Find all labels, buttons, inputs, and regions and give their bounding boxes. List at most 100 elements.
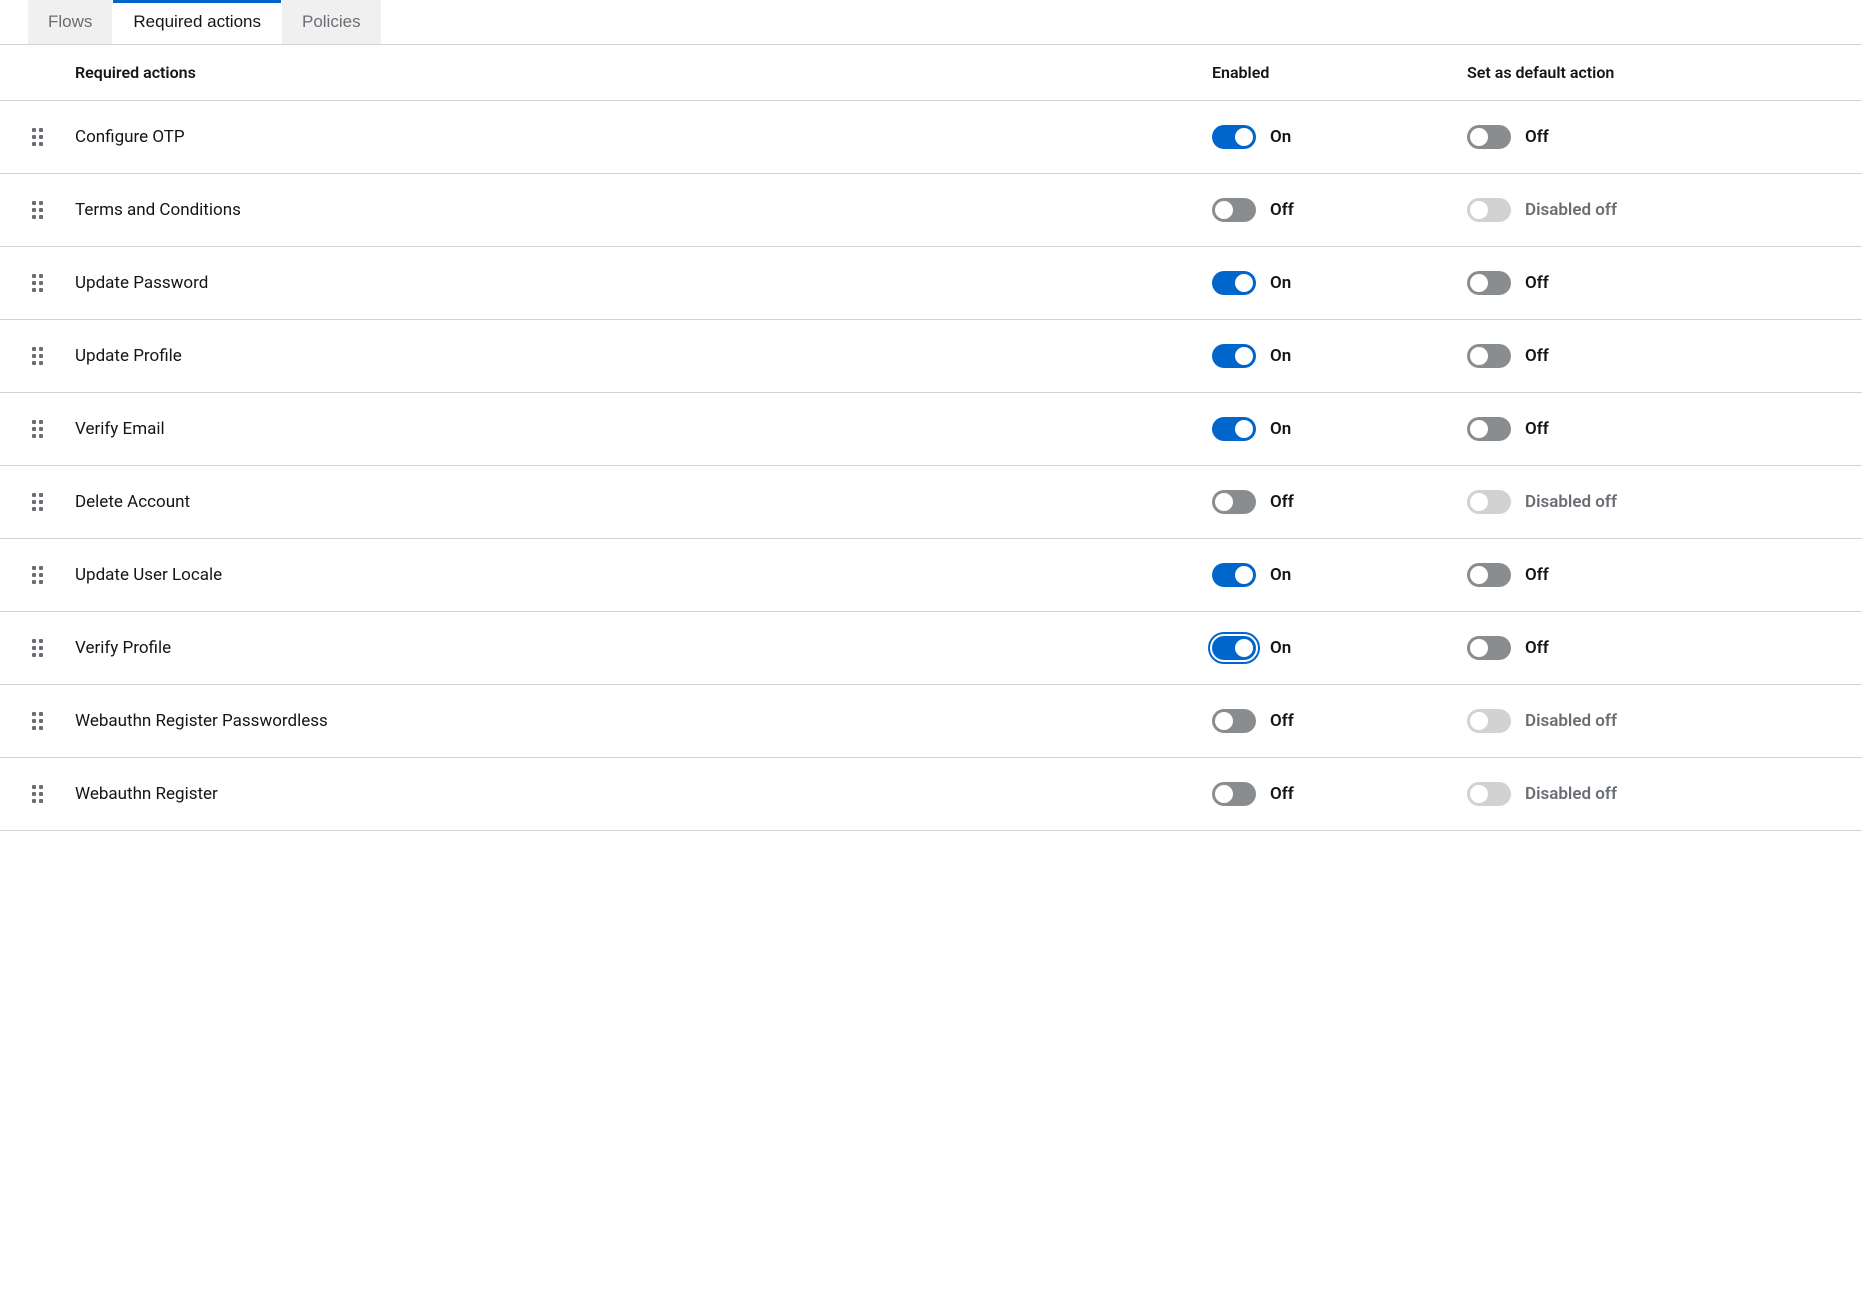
enabled-toggle-label: On xyxy=(1270,346,1291,366)
enabled-cell: Off xyxy=(1212,782,1467,806)
table-row: Verify Email On Off xyxy=(0,393,1862,466)
enabled-toggle[interactable] xyxy=(1212,490,1256,514)
drag-handle-icon[interactable] xyxy=(0,274,75,292)
action-name: Verify Profile xyxy=(75,638,1212,658)
default-toggle-label: Off xyxy=(1525,127,1549,147)
enabled-toggle-label: On xyxy=(1270,127,1291,147)
enabled-toggle-label: On xyxy=(1270,273,1291,293)
table-row: Terms and Conditions Off Disabled off xyxy=(0,174,1862,247)
default-toggle xyxy=(1467,490,1511,514)
enabled-toggle[interactable] xyxy=(1212,636,1256,660)
default-toggle[interactable] xyxy=(1467,636,1511,660)
table-row: Update Profile On Off xyxy=(0,320,1862,393)
default-cell: Disabled off xyxy=(1467,490,1862,514)
action-name: Update User Locale xyxy=(75,565,1212,585)
default-cell: Disabled off xyxy=(1467,782,1862,806)
action-name: Delete Account xyxy=(75,492,1212,512)
default-toggle-label: Disabled off xyxy=(1525,784,1617,804)
drag-handle-icon[interactable] xyxy=(0,639,75,657)
default-cell: Disabled off xyxy=(1467,198,1862,222)
default-toggle-label: Disabled off xyxy=(1525,200,1617,220)
enabled-toggle[interactable] xyxy=(1212,198,1256,222)
action-name: Webauthn Register xyxy=(75,784,1212,804)
enabled-cell: Off xyxy=(1212,198,1467,222)
drag-handle-icon[interactable] xyxy=(0,347,75,365)
enabled-toggle[interactable] xyxy=(1212,271,1256,295)
enabled-toggle-label: On xyxy=(1270,419,1291,439)
default-toggle-label: Off xyxy=(1525,638,1549,658)
enabled-toggle[interactable] xyxy=(1212,563,1256,587)
default-toggle[interactable] xyxy=(1467,271,1511,295)
enabled-cell: Off xyxy=(1212,709,1467,733)
default-toggle[interactable] xyxy=(1467,417,1511,441)
action-name: Verify Email xyxy=(75,419,1212,439)
header-default: Set as default action xyxy=(1467,63,1862,82)
enabled-toggle-label: Off xyxy=(1270,200,1294,220)
tabs-bar: FlowsRequired actionsPolicies xyxy=(0,0,1862,45)
enabled-cell: On xyxy=(1212,344,1467,368)
action-name: Update Profile xyxy=(75,346,1212,366)
tab-flows[interactable]: Flows xyxy=(28,0,112,44)
enabled-toggle-label: Off xyxy=(1270,492,1294,512)
enabled-toggle-label: On xyxy=(1270,638,1291,658)
enabled-toggle[interactable] xyxy=(1212,709,1256,733)
default-cell: Off xyxy=(1467,417,1862,441)
drag-handle-icon[interactable] xyxy=(0,420,75,438)
table-row: Webauthn Register Off Disabled off xyxy=(0,758,1862,831)
enabled-toggle[interactable] xyxy=(1212,782,1256,806)
required-actions-table: Required actions Enabled Set as default … xyxy=(0,45,1862,831)
drag-handle-icon[interactable] xyxy=(0,566,75,584)
drag-handle-icon[interactable] xyxy=(0,785,75,803)
action-name: Update Password xyxy=(75,273,1212,293)
drag-handle-icon[interactable] xyxy=(0,128,75,146)
default-toggle-label: Off xyxy=(1525,419,1549,439)
default-toggle xyxy=(1467,709,1511,733)
table-row: Configure OTP On Off xyxy=(0,101,1862,174)
header-drag-spacer xyxy=(0,63,75,82)
default-cell: Off xyxy=(1467,563,1862,587)
default-toggle-label: Disabled off xyxy=(1525,492,1617,512)
drag-handle-icon[interactable] xyxy=(0,712,75,730)
enabled-toggle[interactable] xyxy=(1212,125,1256,149)
enabled-toggle[interactable] xyxy=(1212,344,1256,368)
default-toggle-label: Off xyxy=(1525,273,1549,293)
default-toggle xyxy=(1467,782,1511,806)
default-cell: Off xyxy=(1467,271,1862,295)
drag-handle-icon[interactable] xyxy=(0,201,75,219)
tab-policies[interactable]: Policies xyxy=(282,0,381,44)
table-row: Update User Locale On Off xyxy=(0,539,1862,612)
action-name: Webauthn Register Passwordless xyxy=(75,711,1212,731)
enabled-toggle-label: On xyxy=(1270,565,1291,585)
table-row: Verify Profile On Off xyxy=(0,612,1862,685)
enabled-cell: On xyxy=(1212,636,1467,660)
table-row: Update Password On Off xyxy=(0,247,1862,320)
default-toggle[interactable] xyxy=(1467,125,1511,149)
default-toggle-label: Off xyxy=(1525,565,1549,585)
table-row: Delete Account Off Disabled off xyxy=(0,466,1862,539)
drag-handle-icon[interactable] xyxy=(0,493,75,511)
header-enabled: Enabled xyxy=(1212,63,1467,82)
table-header: Required actions Enabled Set as default … xyxy=(0,45,1862,101)
header-name: Required actions xyxy=(75,63,1212,82)
default-toggle[interactable] xyxy=(1467,344,1511,368)
enabled-toggle-label: Off xyxy=(1270,784,1294,804)
default-cell: Off xyxy=(1467,125,1862,149)
table-row: Webauthn Register Passwordless Off Disable… xyxy=(0,685,1862,758)
enabled-toggle[interactable] xyxy=(1212,417,1256,441)
default-toggle-label: Disabled off xyxy=(1525,711,1617,731)
default-toggle xyxy=(1467,198,1511,222)
default-cell: Disabled off xyxy=(1467,709,1862,733)
enabled-cell: On xyxy=(1212,563,1467,587)
default-toggle-label: Off xyxy=(1525,346,1549,366)
action-name: Terms and Conditions xyxy=(75,200,1212,220)
enabled-cell: On xyxy=(1212,417,1467,441)
default-cell: Off xyxy=(1467,344,1862,368)
action-name: Configure OTP xyxy=(75,127,1212,147)
tab-required-actions[interactable]: Required actions xyxy=(113,0,281,44)
default-cell: Off xyxy=(1467,636,1862,660)
enabled-toggle-label: Off xyxy=(1270,711,1294,731)
enabled-cell: Off xyxy=(1212,490,1467,514)
default-toggle[interactable] xyxy=(1467,563,1511,587)
enabled-cell: On xyxy=(1212,125,1467,149)
enabled-cell: On xyxy=(1212,271,1467,295)
